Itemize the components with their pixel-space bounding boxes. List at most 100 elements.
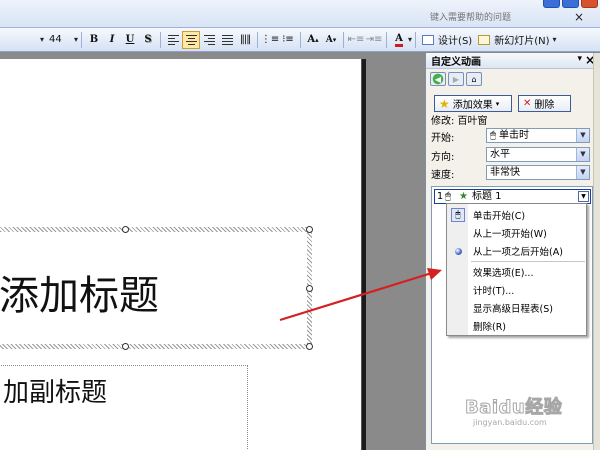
new-slide-label: 新幻灯片(N) — [494, 36, 550, 47]
menu-item-show-advanced-timeline[interactable]: 显示高级日程表(S) — [447, 299, 588, 317]
help-search-input[interactable] — [430, 11, 570, 25]
chevron-down-icon[interactable]: ▼ — [578, 191, 589, 202]
font-color-dropdown-icon[interactable]: ▾ — [408, 31, 412, 49]
distribute-icon: ‖|‖ — [239, 34, 251, 45]
underline-button[interactable]: U — [121, 31, 139, 49]
mouse-icon: 🖱 — [451, 208, 465, 222]
animation-item-label: 标题 1 — [471, 191, 502, 202]
toolbar-separator — [386, 31, 388, 48]
menu-item-remove[interactable]: 删除(R) — [447, 317, 588, 335]
increase-indent-button[interactable]: ⇥≡ — [365, 31, 383, 49]
design-button[interactable]: 设计(S) — [419, 31, 475, 49]
font-size-box[interactable]: 44 — [44, 31, 74, 49]
close-window-button[interactable] — [581, 0, 598, 8]
subtitle-placeholder[interactable]: 加副标题 — [0, 365, 248, 450]
task-pane-menu-icon[interactable]: ▾ — [577, 54, 582, 64]
task-pane-scroll-edge — [593, 53, 600, 450]
forward-arrow-icon: ▶ — [452, 74, 460, 84]
help-close-icon[interactable]: × — [574, 10, 584, 24]
align-center-icon — [185, 34, 197, 45]
mouse-icon: 🖱 — [445, 191, 451, 202]
chevron-down-icon: ▼ — [576, 166, 589, 179]
menu-item-label: 从上一项之后开始(A) — [473, 247, 563, 258]
animation-order-number: 1 — [436, 191, 444, 202]
font-name-box[interactable] — [0, 31, 40, 49]
menu-item-label: 单击开始(C) — [473, 211, 526, 222]
align-left-button[interactable] — [164, 31, 182, 49]
menu-item-effect-options[interactable]: 效果选项(E)... — [447, 263, 588, 281]
numbering-button[interactable]: ⋮≡ — [261, 31, 279, 49]
window-buttons — [543, 0, 598, 8]
direction-value: 水平 — [490, 149, 510, 160]
design-label: 设计(S) — [438, 36, 473, 47]
grow-arrow-icon: ▴ — [315, 35, 319, 44]
clock-icon — [451, 244, 465, 258]
align-right-icon — [203, 34, 215, 45]
animation-list-item[interactable]: 1 🖱 ★ 标题 1 ▼ — [434, 189, 591, 204]
align-right-button[interactable] — [200, 31, 218, 49]
arrow-head — [427, 268, 442, 280]
minimize-button[interactable] — [543, 0, 560, 8]
restore-button[interactable] — [562, 0, 579, 8]
back-button[interactable]: ◀ — [430, 72, 446, 86]
resize-handle[interactable] — [306, 343, 313, 350]
title-placeholder[interactable]: 添加标题 — [0, 226, 313, 350]
increase-indent-icon: ⇥≡ — [365, 34, 383, 45]
menu-item-label: 显示高级日程表(S) — [473, 304, 553, 315]
font-color-button[interactable]: A — [390, 31, 408, 49]
start-value: 单击时 — [499, 130, 529, 141]
slide-workspace: 添加标题 加副标题 — [0, 53, 425, 450]
menu-item-start-after-previous[interactable]: 从上一项之后开始(A) — [447, 242, 588, 260]
resize-handle[interactable] — [306, 226, 313, 233]
menu-separator — [471, 261, 585, 262]
task-pane-nav: ◀ ▶ ⌂ — [426, 69, 600, 89]
watermark-brand: Baidu经验 — [465, 397, 563, 419]
justify-icon — [221, 34, 233, 45]
distribute-button[interactable]: ‖|‖ — [236, 31, 254, 49]
title-placeholder-body: 添加标题 — [0, 232, 307, 344]
bold-button[interactable]: B — [85, 31, 103, 49]
resize-handle[interactable] — [122, 343, 129, 350]
start-caption: 开始: — [431, 133, 455, 144]
toolbar-separator — [257, 31, 259, 48]
home-icon: ⌂ — [471, 74, 477, 84]
bullets-button[interactable]: ⁝≡ — [279, 31, 297, 49]
toolbar-separator — [415, 31, 417, 48]
direction-caption: 方向: — [431, 152, 455, 163]
align-left-icon — [167, 34, 179, 45]
italic-button[interactable]: I — [103, 31, 121, 49]
title-strip: × — [0, 0, 600, 28]
speed-select[interactable]: 非常快 ▼ — [486, 165, 590, 180]
toolbar-separator — [81, 31, 83, 48]
forward-button[interactable]: ▶ — [448, 72, 464, 86]
direction-select[interactable]: 水平 ▼ — [486, 147, 590, 162]
start-select[interactable]: 🖱 单击时 ▼ — [486, 128, 590, 143]
red-annotation-arrow — [279, 268, 442, 322]
chevron-down-icon: ▼ — [576, 148, 589, 161]
home-button[interactable]: ⌂ — [466, 72, 482, 86]
shrink-font-button[interactable]: A ▾ — [322, 31, 340, 49]
justify-button[interactable] — [218, 31, 236, 49]
toolbar-separator — [300, 31, 302, 48]
decrease-indent-icon: ⇤≡ — [347, 34, 365, 45]
resize-handle[interactable] — [122, 226, 129, 233]
mouse-icon: 🖱 — [490, 130, 496, 141]
font-size-dropdown-icon[interactable]: ▾ — [74, 31, 78, 49]
decrease-indent-button[interactable]: ⇤≡ — [347, 31, 365, 49]
new-slide-button[interactable]: 新幻灯片(N) — [475, 31, 552, 49]
add-effect-button[interactable]: ★ 添加效果 ▾ — [434, 95, 512, 112]
shadow-button[interactable]: S — [139, 31, 157, 49]
shrink-font-label: A — [325, 34, 333, 45]
align-center-button[interactable] — [182, 30, 201, 49]
animation-context-menu: 🖱 单击开始(C) 从上一项开始(W) 从上一项之后开始(A) 效果选项(E).… — [446, 203, 587, 336]
menu-item-start-on-click[interactable]: 🖱 单击开始(C) — [447, 206, 588, 224]
toolbar-options-icon[interactable]: ▾ — [553, 31, 557, 49]
remove-effect-button[interactable]: ✕ 删除 — [518, 95, 571, 112]
menu-item-start-with-previous[interactable]: 从上一项开始(W) — [447, 224, 588, 242]
chevron-down-icon: ▼ — [576, 129, 589, 142]
menu-item-timing[interactable]: 计时(T)... — [447, 281, 588, 299]
menu-item-label: 计时(T)... — [473, 286, 515, 297]
grow-font-button[interactable]: A ▴ — [304, 31, 322, 49]
toolbar-separator — [160, 31, 162, 48]
star-icon: ★ — [439, 96, 450, 111]
